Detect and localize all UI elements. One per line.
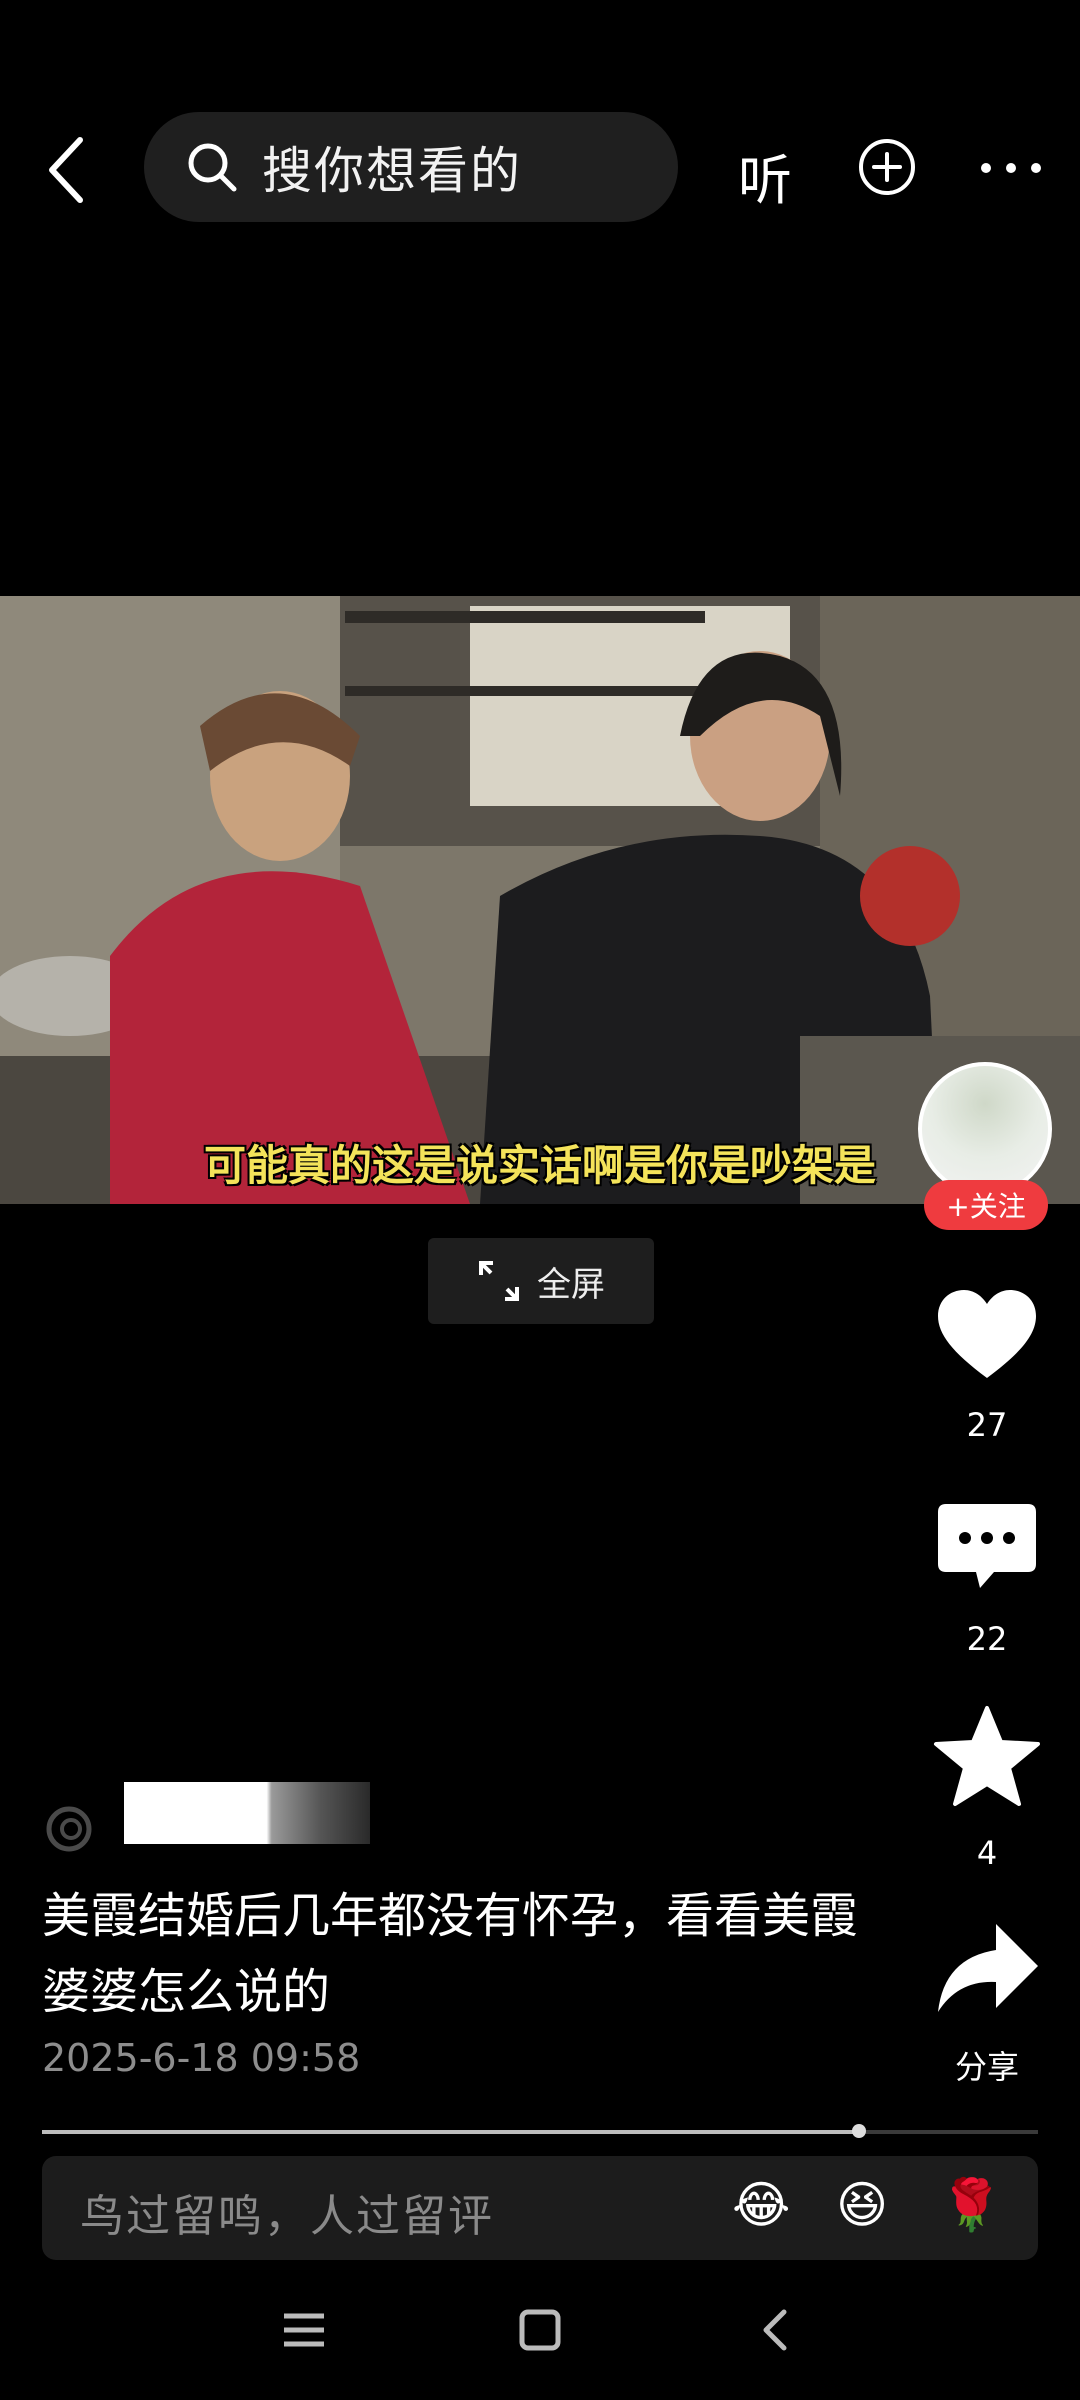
follow-button[interactable]: +关注 — [924, 1180, 1048, 1230]
heart-icon — [938, 1290, 1036, 1378]
menu-icon — [284, 2313, 324, 2347]
progress-thumb[interactable] — [852, 2124, 866, 2138]
search-bar[interactable]: 搜你想看的 — [144, 112, 678, 222]
back-nav-button[interactable] — [746, 2300, 806, 2360]
listen-button[interactable]: 听 — [738, 136, 792, 215]
emoji-rose-button[interactable]: 🌹 — [940, 2176, 1002, 2235]
post-date: 2025-6-18 09:58 — [42, 2036, 361, 2080]
fullscreen-button[interactable]: 全屏 — [428, 1238, 654, 1324]
add-icon — [859, 139, 915, 195]
post-title: 美霞结婚后几年都没有怀孕，看看美霞婆婆怎么说的 — [42, 1888, 859, 2020]
more-icon — [981, 163, 1041, 173]
comment-placeholder: 鸟过留鸣，人过留评 — [80, 2191, 494, 2242]
search-icon — [188, 143, 237, 192]
fullscreen-label: 全屏 — [537, 1264, 605, 1305]
home-icon — [519, 2309, 561, 2351]
nav-back-icon — [763, 2309, 787, 2351]
comment-icon — [938, 1504, 1036, 1588]
back-icon — [49, 137, 83, 203]
comment-button[interactable] — [932, 1494, 1042, 1604]
home-nav-button[interactable] — [510, 2300, 570, 2360]
favorite-count: 4 — [976, 1834, 998, 1872]
like-button[interactable] — [932, 1282, 1042, 1392]
more-button[interactable] — [976, 148, 1046, 188]
menu-nav-button[interactable] — [274, 2300, 334, 2360]
like-count: 27 — [966, 1406, 1008, 1444]
expand-icon — [479, 1261, 519, 1301]
emoji-grin-button[interactable]: 😆 — [836, 2176, 888, 2234]
emoji-laugh-cry-button[interactable]: 😂 — [732, 2176, 790, 2234]
video-subtitle: 可能真的这是说实话啊是你是吵架是 — [203, 1141, 876, 1190]
spiral-icon — [46, 1806, 92, 1852]
add-button[interactable] — [858, 138, 916, 196]
search-placeholder: 搜你想看的 — [262, 142, 522, 200]
favorite-button[interactable] — [932, 1704, 1042, 1814]
author-name-redacted[interactable] — [124, 1782, 370, 1844]
share-label: 分享 — [954, 2048, 1019, 2086]
video-player[interactable]: 可能真的这是说实话啊是你是吵架是 — [0, 596, 1080, 1204]
share-icon — [938, 1924, 1038, 2012]
author-avatar[interactable] — [918, 1062, 1052, 1196]
share-button[interactable] — [932, 1916, 1042, 2026]
author-badge — [44, 1804, 94, 1854]
back-button[interactable] — [38, 130, 98, 210]
video-frame — [0, 596, 1080, 1204]
star-icon — [934, 1706, 1040, 1806]
progress-fill — [42, 2130, 859, 2134]
comment-count: 22 — [966, 1620, 1008, 1658]
